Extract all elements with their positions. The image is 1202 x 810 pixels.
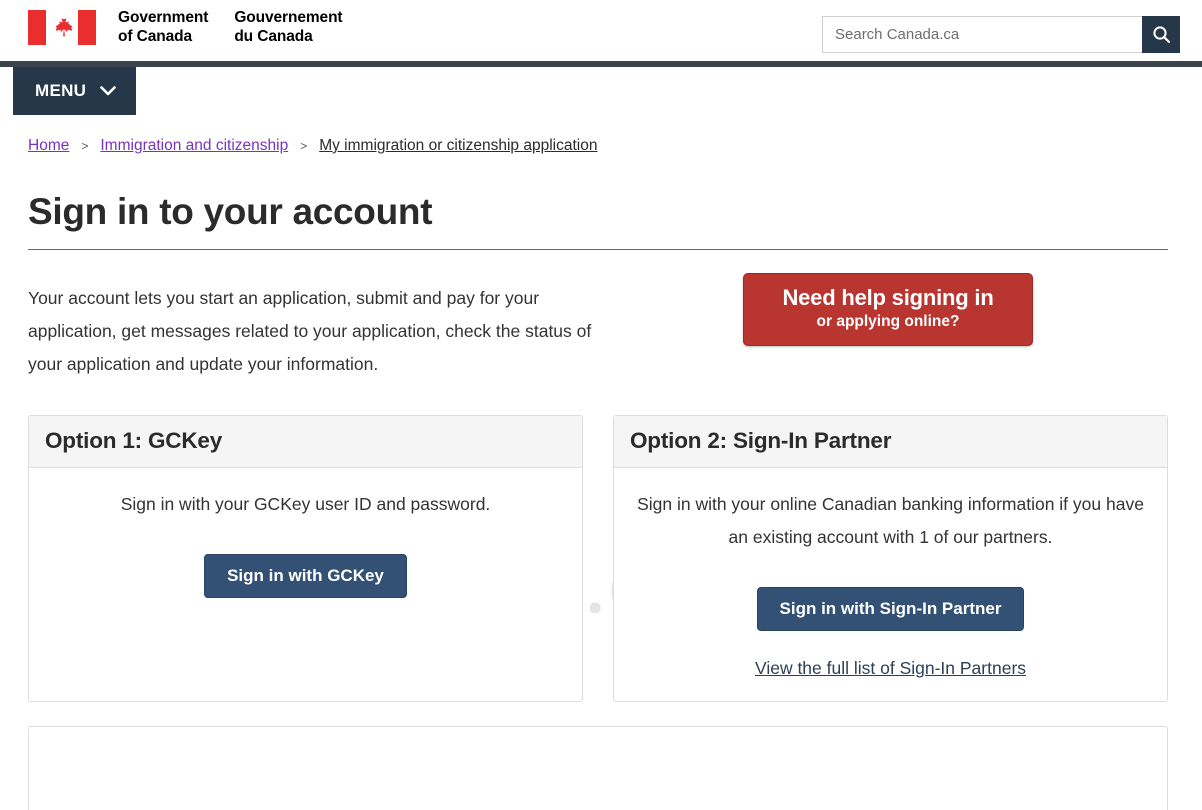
search-input[interactable] [822,16,1142,53]
option-panel-gckey-body: Sign in with your GCKey user ID and pass… [29,468,582,690]
option-panel-signin-partner-body: Sign in with your online Canadian bankin… [614,468,1167,701]
next-section-panel [28,726,1168,810]
option-panel-gckey-description: Sign in with your GCKey user ID and pass… [120,494,491,514]
help-button-line1: Need help signing in [782,285,994,310]
intro-paragraph: Your account lets you start an applicati… [28,287,592,374]
global-header: Government of Canada Gouvernement du Can… [0,0,1202,61]
site-search [822,16,1180,53]
brand-wordmark: Government of Canada Gouvernement du Can… [118,8,343,47]
option-panel-gckey: Option 1: GCKey Sign in with your GCKey … [28,415,583,702]
option-panel-signin-partner-heading: Option 2: Sign-In Partner [630,428,892,453]
menu-button-label: MENU [35,81,87,100]
view-full-list-of-signin-partners-link[interactable]: View the full list of Sign-In Partners [632,658,1149,679]
option-panel-gckey-header: Option 1: GCKey [29,416,582,468]
main-content: am22tech.com Sign in to your account You… [0,191,1202,810]
brand-french-line1: Gouvernement [234,9,343,26]
brand-english-line2: of Canada [118,28,193,46]
search-icon [1152,26,1170,44]
brand-french-line2: du Canada [234,28,313,46]
menu-bar: MENU [0,67,1202,115]
option-panel-signin-partner-description: Sign in with your online Canadian bankin… [637,494,1144,547]
breadcrumb: Home > Immigration and citizenship > My … [0,115,1202,155]
page-title: Sign in to your account [28,191,433,232]
help-button-line2: or applying online? [816,312,960,330]
government-of-canada-brand[interactable]: Government of Canada Gouvernement du Can… [0,0,343,47]
signin-options: Option 1: GCKey Sign in with your GCKey … [28,415,1174,702]
breadcrumb-item-home[interactable]: Home [28,137,69,155]
chevron-down-icon [100,86,117,96]
brand-french: Gouvernement du Canada [234,8,342,47]
intro-row: Your account lets you start an applicati… [28,250,1174,398]
breadcrumb-item-immigration-and-citizenship[interactable]: Immigration and citizenship [100,137,288,155]
breadcrumb-separator: > [81,139,89,153]
option-panel-signin-partner-header: Option 2: Sign-In Partner [614,416,1167,468]
sign-in-with-signin-partner-button[interactable]: Sign in with Sign-In Partner [756,587,1025,631]
option-panel-gckey-heading: Option 1: GCKey [45,428,223,453]
sign-in-with-gckey-button[interactable]: Sign in with GCKey [204,554,407,598]
breadcrumb-item-my-application[interactable]: My immigration or citizenship applicatio… [319,137,597,155]
search-button[interactable] [1142,16,1180,53]
breadcrumb-separator: > [300,139,308,153]
brand-english-line1: Government [118,9,209,26]
option-panel-signin-partner: Option 2: Sign-In Partner Sign in with y… [613,415,1168,702]
menu-button[interactable]: MENU [13,67,137,115]
need-help-signing-in-button[interactable]: Need help signing in or applying online? [743,273,1033,346]
canada-flag-icon [28,9,96,45]
brand-english: Government of Canada [118,8,208,47]
